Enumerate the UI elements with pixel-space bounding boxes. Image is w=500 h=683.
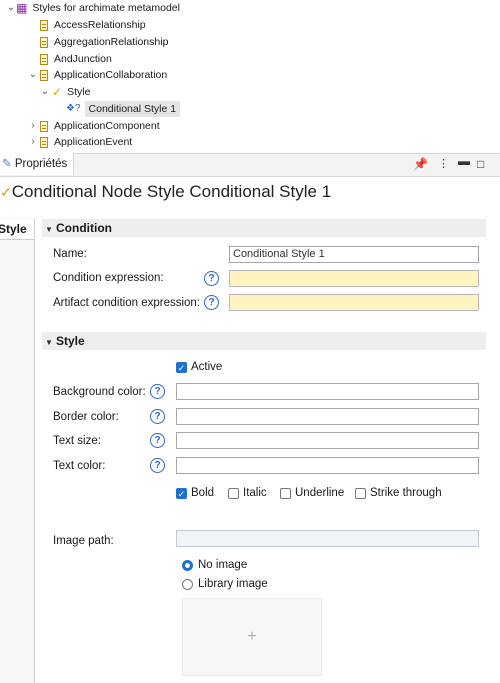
text-color-label: Text color: bbox=[53, 460, 106, 472]
strike-through-label: Strike through bbox=[370, 487, 442, 499]
condition-section-header[interactable]: ▼ Condition bbox=[42, 219, 486, 237]
image-path-label: Image path: bbox=[53, 535, 114, 547]
tree-node[interactable]: › ApplicationComponent bbox=[28, 118, 160, 134]
underline-label: Underline bbox=[295, 487, 345, 499]
title-text: Conditional Node Style Conditional Style… bbox=[11, 182, 332, 201]
tree-node-root[interactable]: ⌄ ▦ Styles for archimate metamodel bbox=[6, 0, 180, 16]
active-label: Active bbox=[191, 361, 223, 373]
text-size-field[interactable] bbox=[176, 432, 479, 449]
name-field[interactable]: Conditional Style 1 bbox=[229, 246, 479, 263]
menu-icon[interactable]: ⋮ bbox=[438, 157, 449, 170]
style-section-header[interactable]: ▼ Style bbox=[42, 332, 486, 350]
help-icon[interactable]: ? bbox=[150, 433, 165, 448]
conditional-style-icon: ❖? bbox=[66, 103, 81, 114]
name-label: Name: bbox=[53, 248, 87, 260]
tree-node[interactable]: AndJunction bbox=[40, 51, 112, 67]
collapse-arrow-icon: ▼ bbox=[45, 338, 53, 347]
help-icon[interactable]: ? bbox=[150, 384, 165, 399]
artifact-condition-field[interactable] bbox=[229, 294, 479, 311]
collapse-arrow-icon: ▼ bbox=[45, 225, 53, 234]
no-image-radio[interactable] bbox=[182, 560, 193, 571]
tab-style[interactable]: Style bbox=[0, 219, 34, 240]
tree-node-style[interactable]: ⌄ ✓ Style bbox=[40, 84, 91, 100]
condition-expression-field[interactable] bbox=[229, 270, 479, 287]
help-icon[interactable]: ? bbox=[150, 458, 165, 473]
properties-icon: ✎ bbox=[2, 158, 12, 170]
class-icon bbox=[40, 136, 48, 148]
conditional-style-icon: ✓ bbox=[0, 184, 12, 200]
class-icon bbox=[40, 53, 48, 65]
tree-node-label: AndJunction bbox=[54, 53, 112, 65]
bold-label: Bold bbox=[191, 487, 215, 499]
section-title: Condition bbox=[56, 221, 112, 235]
active-checkbox[interactable]: ✓ bbox=[176, 362, 187, 373]
strike-through-checkbox[interactable] bbox=[355, 488, 366, 499]
library-image-radio[interactable] bbox=[182, 579, 193, 590]
bold-checkbox[interactable]: ✓ bbox=[176, 488, 187, 499]
vertical-tab-strip: Style bbox=[0, 218, 35, 683]
class-icon bbox=[40, 36, 48, 48]
tree-node[interactable]: ⌄ ApplicationCollaboration bbox=[28, 67, 167, 83]
section-title: Style bbox=[56, 334, 85, 348]
pin-icon[interactable]: 📌 bbox=[413, 157, 428, 171]
library-image-label: Library image bbox=[198, 578, 268, 590]
tab-properties[interactable]: ✎ Propriétés bbox=[0, 153, 75, 175]
border-color-field[interactable] bbox=[176, 408, 479, 425]
no-image-label: No image bbox=[198, 559, 248, 571]
tree-node-label: AccessRelationship bbox=[54, 19, 146, 31]
text-size-label: Text size: bbox=[53, 435, 101, 447]
add-image-button[interactable]: + bbox=[182, 598, 322, 676]
tree-node[interactable]: AccessRelationship bbox=[40, 17, 146, 33]
background-color-field[interactable] bbox=[176, 383, 479, 400]
tab-label: Propriétés bbox=[14, 158, 68, 170]
class-icon bbox=[40, 69, 48, 81]
underline-checkbox[interactable] bbox=[280, 488, 291, 499]
tree-node-label: ApplicationCollaboration bbox=[54, 69, 168, 81]
chevron-down-icon[interactable]: ⌄ bbox=[6, 0, 16, 16]
tree-node[interactable]: AggregationRelationship bbox=[40, 34, 168, 50]
italic-label: Italic bbox=[243, 487, 267, 499]
package-icon: ▦ bbox=[16, 1, 28, 15]
condition-expression-label: Condition expression: bbox=[53, 272, 164, 284]
text-color-field[interactable] bbox=[176, 457, 479, 474]
class-icon bbox=[40, 120, 48, 132]
page-title: ✓Conditional Node Style Conditional Styl… bbox=[0, 182, 331, 202]
tree-node-conditional-style[interactable]: ❖? Conditional Style 1 bbox=[66, 101, 181, 117]
chevron-down-icon[interactable]: ⌄ bbox=[28, 67, 38, 83]
help-icon[interactable]: ? bbox=[204, 271, 219, 286]
maximize-icon[interactable]: □ bbox=[477, 157, 484, 171]
class-icon bbox=[40, 19, 48, 31]
help-icon[interactable]: ? bbox=[150, 409, 165, 424]
tree-node-label: Conditional Style 1 bbox=[84, 101, 181, 117]
minimize-icon[interactable]: ▬ bbox=[458, 154, 470, 168]
tree-node-label: Styles for archimate metamodel bbox=[32, 2, 180, 14]
border-color-label: Border color: bbox=[53, 411, 119, 423]
help-icon[interactable]: ? bbox=[204, 295, 219, 310]
chevron-right-icon[interactable]: › bbox=[28, 118, 38, 134]
tree-node-label: ApplicationEvent bbox=[54, 136, 133, 148]
image-path-field[interactable] bbox=[176, 530, 479, 547]
italic-checkbox[interactable] bbox=[228, 488, 239, 499]
style-icon: ✓ bbox=[52, 85, 63, 99]
chevron-right-icon[interactable]: › bbox=[28, 134, 38, 150]
chevron-down-icon[interactable]: ⌄ bbox=[40, 84, 50, 100]
background-color-label: Background color: bbox=[53, 386, 146, 398]
tree-node-label: AggregationRelationship bbox=[54, 36, 169, 48]
tree-node-label: Style bbox=[67, 86, 91, 98]
tree-node-label: ApplicationComponent bbox=[54, 120, 160, 132]
artifact-condition-label: Artifact condition expression: bbox=[53, 297, 201, 309]
tree-node[interactable]: › ApplicationEvent bbox=[28, 134, 132, 150]
